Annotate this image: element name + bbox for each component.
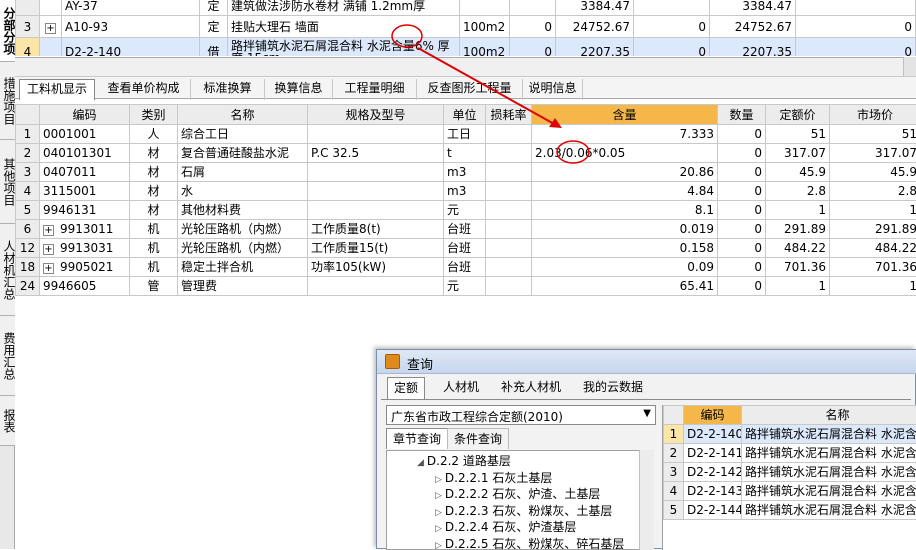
result-row[interactable]: 5D2-2-144路拌铺筑水泥石屑混合料 水泥含 [664,501,916,520]
chapter-tree: ◢D.2.2 道路基层▷D.2.2.1 石灰土基层▷D.2.2.2 石灰、炉渣、… [386,450,654,550]
tree-node[interactable]: ▷D.2.2.2 石灰、炉渣、土基层 [435,486,600,503]
collapsed-arrow-icon[interactable]: ▷ [435,524,442,534]
result-row[interactable]: 3D2-2-142路拌铺筑水泥石屑混合料 水泥含 [664,463,916,482]
query-dialog: 查询 定额 人材机 补充人材机 我的云数据 广东省市政工程综合定额(2010) … [376,349,916,549]
dtab-yun[interactable]: 我的云数据 [577,377,649,399]
library-select[interactable]: 广东省市政工程综合定额(2010) ▼ [386,405,656,425]
result-row[interactable]: 1D2-2-140路拌铺筑水泥石屑混合料 水泥含 [664,425,916,444]
tree-node[interactable]: ▷D.2.2.5 石灰、粉煤灰、碎石基层 [435,536,624,550]
result-header: 编码 名称 [664,406,916,425]
subtab-zhangjie[interactable]: 章节查询 [386,428,448,449]
dtab-buchong[interactable]: 补充人材机 [495,377,567,399]
collapsed-arrow-icon[interactable]: ▷ [435,508,442,518]
tree-node[interactable]: ◢D.2.2 道路基层 [417,453,511,470]
col-code[interactable]: 编码 [684,406,742,425]
highlight-circle [557,141,589,163]
tree-node[interactable]: ▷D.2.2.3 石灰、粉煤灰、土基层 [435,503,612,520]
dtab-dinge[interactable]: 定额 [387,377,425,399]
result-row[interactable]: 2D2-2-141路拌铺筑水泥石屑混合料 水泥含 [664,444,916,463]
annotation-arrow [418,48,556,125]
app-icon [385,354,400,369]
expanded-arrow-icon[interactable]: ◢ [417,458,424,468]
dialog-titlebar[interactable]: 查询 [377,350,916,374]
tree-scrollbar[interactable] [639,450,654,550]
highlight-circle [392,25,422,47]
collapsed-arrow-icon[interactable]: ▷ [435,475,442,485]
dtab-rencaiji[interactable]: 人材机 [437,377,485,399]
subtab-tiaojian[interactable]: 条件查询 [447,428,509,449]
tree-node[interactable]: ▷D.2.2.4 石灰、炉渣基层 [435,519,576,536]
col-name[interactable]: 名称 [742,406,916,425]
result-grid: 编码 名称 1D2-2-140路拌铺筑水泥石屑混合料 水泥含2D2-2-141路… [662,405,916,550]
dialog-title: 查询 [407,354,433,373]
chevron-down-icon[interactable]: ▼ [643,408,651,419]
collapsed-arrow-icon[interactable]: ▷ [435,491,442,501]
result-row[interactable]: 4D2-2-143路拌铺筑水泥石屑混合料 水泥含 [664,482,916,501]
tree-node[interactable]: ▷D.2.2.1 石灰土基层 [435,470,552,487]
